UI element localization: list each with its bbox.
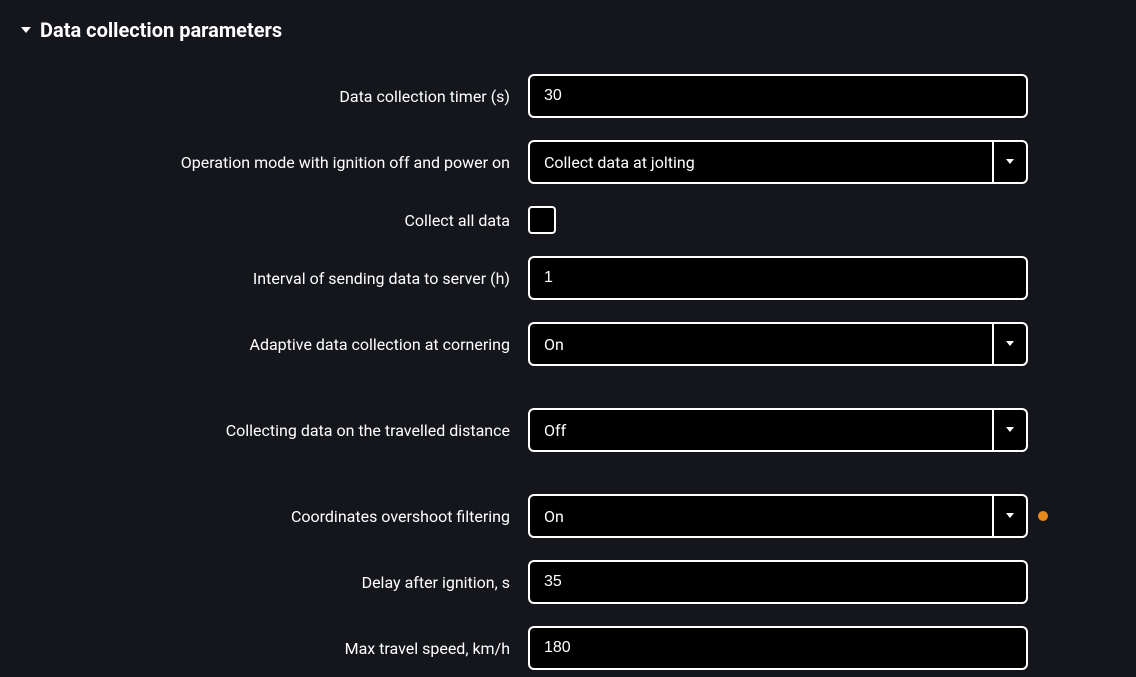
input-interval-sending[interactable] — [528, 256, 1028, 300]
input-data-collection-timer[interactable] — [528, 74, 1028, 118]
chevron-down-icon[interactable] — [992, 142, 1026, 182]
select-overshoot-filtering-value[interactable]: On — [530, 496, 992, 536]
section-header[interactable]: Data collection parameters — [20, 18, 1116, 42]
select-operation-mode-value[interactable]: Collect data at jolting — [530, 142, 992, 182]
caret-down-icon — [20, 24, 32, 36]
label-data-collection-timer: Data collection timer (s) — [20, 87, 528, 106]
input-max-travel-speed[interactable] — [528, 626, 1028, 670]
checkbox-collect-all-data[interactable] — [528, 206, 556, 234]
form-rows: Data collection timer (s) Operation mode… — [20, 74, 1116, 670]
select-travelled-distance[interactable]: Off — [528, 408, 1028, 452]
input-delay-after-ignition[interactable] — [528, 560, 1028, 604]
row-operation-mode: Operation mode with ignition off and pow… — [20, 140, 1116, 184]
row-overshoot-filtering: Coordinates overshoot filtering On — [20, 494, 1116, 538]
row-interval-sending: Interval of sending data to server (h) — [20, 256, 1116, 300]
row-delay-after-ignition: Delay after ignition, s — [20, 560, 1116, 604]
changed-indicator-icon — [1038, 511, 1048, 521]
label-delay-after-ignition: Delay after ignition, s — [20, 573, 528, 592]
label-overshoot-filtering: Coordinates overshoot filtering — [20, 507, 528, 526]
settings-panel: Data collection parameters Data collecti… — [0, 0, 1136, 670]
chevron-down-icon[interactable] — [992, 410, 1026, 450]
label-adaptive-cornering: Adaptive data collection at cornering — [20, 335, 528, 354]
row-data-collection-timer: Data collection timer (s) — [20, 74, 1116, 118]
row-collect-all-data: Collect all data — [20, 206, 1116, 234]
select-overshoot-filtering[interactable]: On — [528, 494, 1028, 538]
chevron-down-icon[interactable] — [992, 324, 1026, 364]
select-operation-mode[interactable]: Collect data at jolting — [528, 140, 1028, 184]
label-travelled-distance: Collecting data on the travelled distanc… — [20, 421, 528, 440]
row-adaptive-cornering: Adaptive data collection at cornering On — [20, 322, 1116, 366]
row-max-travel-speed: Max travel speed, km/h — [20, 626, 1116, 670]
label-operation-mode: Operation mode with ignition off and pow… — [20, 153, 528, 172]
select-adaptive-cornering-value[interactable]: On — [530, 324, 992, 364]
label-max-travel-speed: Max travel speed, km/h — [20, 639, 528, 658]
chevron-down-icon[interactable] — [992, 496, 1026, 536]
select-adaptive-cornering[interactable]: On — [528, 322, 1028, 366]
select-travelled-distance-value[interactable]: Off — [530, 410, 992, 450]
section-title: Data collection parameters — [40, 18, 282, 42]
label-interval-sending: Interval of sending data to server (h) — [20, 269, 528, 288]
label-collect-all-data: Collect all data — [20, 211, 528, 230]
row-travelled-distance: Collecting data on the travelled distanc… — [20, 408, 1116, 452]
